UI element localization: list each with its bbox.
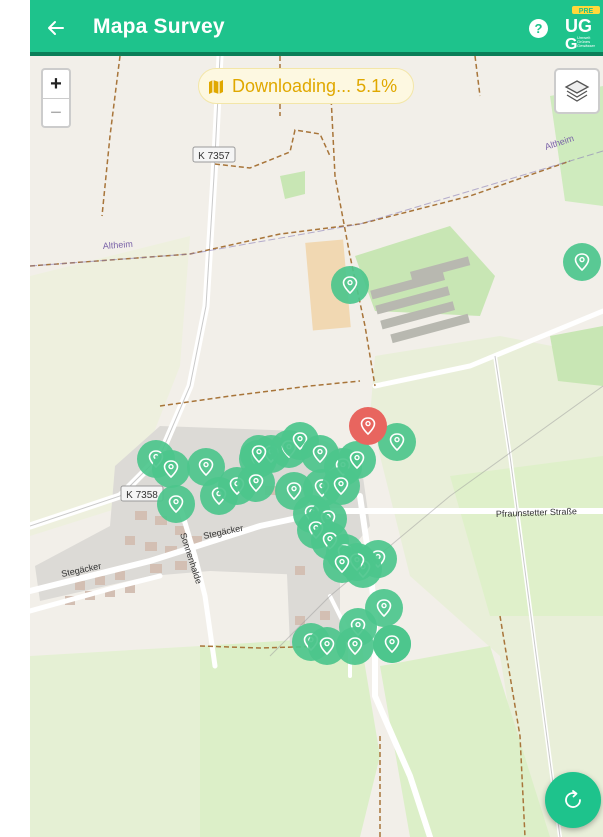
app-logo: PRE UG G Umwelt Grünes Gewässer (563, 5, 603, 53)
survey-marker[interactable] (331, 266, 369, 304)
back-arrow-icon[interactable] (42, 14, 70, 42)
app-header: Mapa Survey ? PRE UG G Umwelt Grünes Gew… (30, 0, 603, 56)
map-icon (209, 80, 223, 94)
survey-marker[interactable] (322, 467, 360, 505)
layers-icon (564, 80, 590, 102)
survey-marker[interactable] (240, 435, 278, 473)
page-title: Mapa Survey (93, 15, 225, 38)
zoom-out-button[interactable]: − (43, 98, 69, 127)
download-status-pill: Downloading... 5.1% (198, 68, 414, 104)
survey-marker[interactable] (323, 545, 361, 583)
survey-marker[interactable] (563, 243, 601, 281)
map-view[interactable]: K 7357 K 7358 Altheim Altheim Pfraunstet… (30, 56, 603, 837)
zoom-control: + − (41, 68, 71, 128)
svg-text:Gewässer: Gewässer (577, 43, 596, 48)
zoom-in-button[interactable]: + (43, 70, 69, 98)
label-k7357: K 7357 (198, 151, 230, 162)
svg-text:G: G (565, 36, 577, 51)
download-status-text: Downloading... 5.1% (232, 76, 398, 96)
map-canvas[interactable]: K 7357 K 7358 Altheim Altheim Pfraunstet… (30, 56, 603, 837)
survey-marker[interactable] (373, 625, 411, 663)
app-window: K 7357 K 7358 Altheim Altheim Pfraunstet… (30, 0, 603, 837)
label-k7358: K 7358 (126, 490, 158, 501)
survey-marker[interactable] (152, 450, 190, 488)
help-icon[interactable]: ? (529, 19, 548, 38)
refresh-button[interactable] (545, 772, 601, 828)
svg-text:UG: UG (565, 16, 592, 36)
survey-marker[interactable] (336, 627, 374, 665)
svg-text:PRE: PRE (579, 8, 594, 15)
layers-button[interactable] (554, 68, 600, 114)
survey-marker[interactable] (157, 485, 195, 523)
label-altheim-west: Altheim (102, 239, 133, 251)
refresh-icon (565, 790, 581, 808)
selected-marker[interactable] (349, 407, 387, 445)
